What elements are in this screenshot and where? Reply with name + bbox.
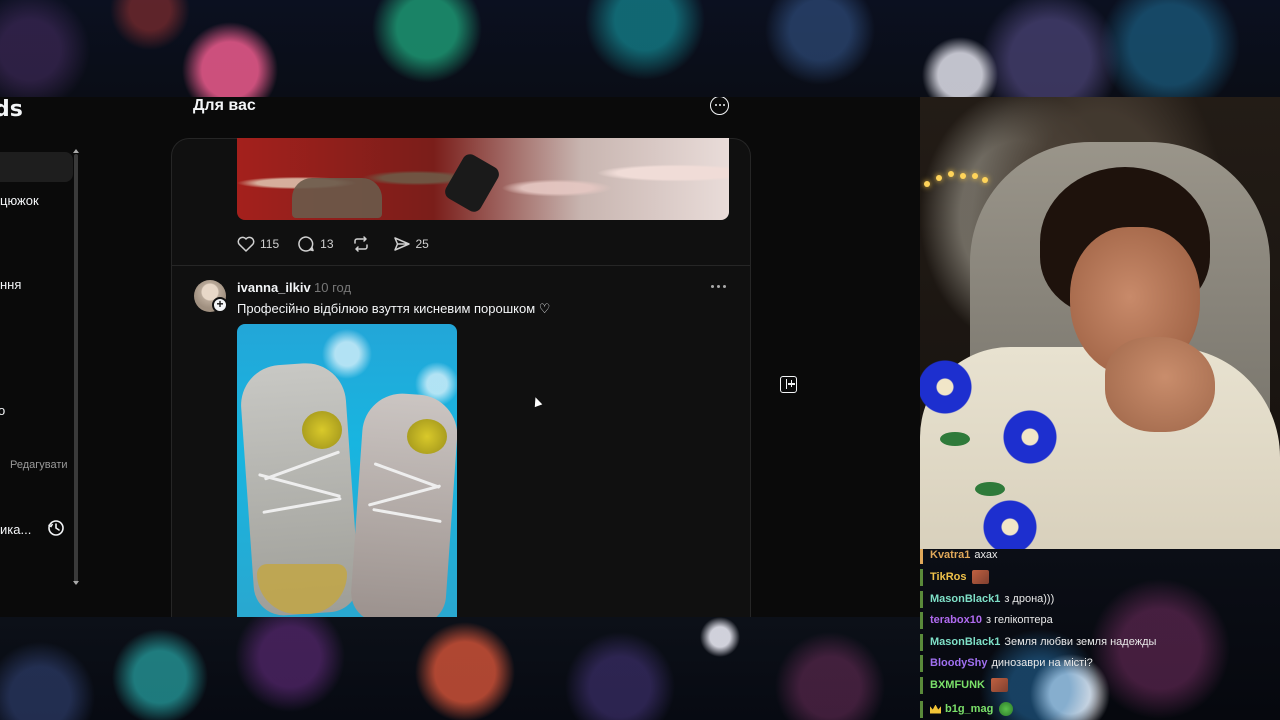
chat-username[interactable]: MasonBlack1	[930, 636, 1000, 648]
stream-screen: ds цюжок ння о Редагувати ика... Для вас	[0, 0, 1280, 720]
previous-post-media[interactable]	[237, 138, 729, 220]
threads-window: ds цюжок ння о Редагувати ика... Для вас	[0, 97, 920, 617]
heart-icon	[237, 236, 255, 252]
like-button[interactable]: 115	[237, 236, 279, 252]
sidebar-item-1[interactable]: цюжок	[0, 193, 39, 208]
chat-text: з дрона)))	[1004, 593, 1055, 605]
sidebar-scrollbar[interactable]	[74, 154, 78, 584]
share-count: 25	[415, 236, 429, 251]
emote-icon	[991, 678, 1008, 692]
chat-username[interactable]: terabox10	[930, 614, 982, 626]
chat-text: ахах	[974, 549, 998, 561]
sidebar-item-active[interactable]	[0, 152, 73, 182]
follow-plus-icon[interactable]: +	[212, 297, 228, 313]
post-text: Професійно відбілюю взуття кисневим поро…	[237, 301, 551, 316]
chat-text: Земля любви земля надежды	[1004, 636, 1157, 648]
post-username[interactable]: ivanna_ilkiv	[237, 280, 311, 295]
sidebar: цюжок ння о Редагувати ика...	[0, 97, 80, 617]
dino-emote-icon	[999, 702, 1014, 716]
sidebar-item-3[interactable]: о	[0, 403, 5, 418]
chat-message: BloodyShy динозаври на місті?	[920, 653, 1093, 673]
chat-username[interactable]: BXMFUNK	[930, 679, 985, 691]
chat-username[interactable]: MasonBlack1	[930, 593, 1000, 605]
chat-message: TikRos	[920, 567, 990, 587]
sidebar-item-2[interactable]: ння	[0, 277, 21, 292]
post-divider	[172, 265, 750, 266]
chat-text: з гелікоптера	[985, 614, 1053, 626]
crown-badge-icon	[930, 704, 941, 714]
chat-message: MasonBlack1 Земля любви земля надежды	[920, 632, 1156, 652]
previous-post-actions: 115 13 25	[237, 235, 447, 252]
chat-message: b1g_mag	[920, 699, 1014, 719]
chat-message: BXMFUNK	[920, 675, 1008, 695]
post-time: 10 год	[314, 280, 352, 295]
scroll-down-arrow-icon[interactable]	[73, 581, 79, 585]
share-button[interactable]: 25	[393, 236, 429, 252]
like-count: 115	[260, 236, 280, 251]
chat-username[interactable]: TikRos	[930, 571, 966, 583]
chat-username[interactable]: Kvatra1	[930, 549, 970, 561]
emote-icon	[972, 570, 990, 584]
scroll-up-arrow-icon[interactable]	[73, 149, 79, 153]
bokeh-background-bottom	[0, 617, 920, 720]
comment-icon	[298, 236, 314, 252]
sidebar-edit-link[interactable]: Редагувати	[10, 459, 68, 471]
comment-count: 13	[320, 236, 334, 251]
chat-text: динозаври на місті?	[991, 657, 1093, 669]
comment-button[interactable]: 13	[297, 235, 334, 252]
chat-message: MasonBlack1 з дрона)))	[920, 589, 1054, 609]
post-image[interactable]	[237, 324, 457, 617]
sidebar-item-4[interactable]: ика...	[0, 522, 31, 537]
repost-icon	[353, 235, 368, 252]
history-icon[interactable]	[47, 519, 65, 537]
webcam-feed	[920, 97, 1280, 549]
repost-button[interactable]	[352, 235, 375, 252]
add-column-icon[interactable]	[780, 376, 797, 393]
feed-title[interactable]: Для вас	[193, 97, 256, 115]
chat-username[interactable]: b1g_mag	[945, 703, 993, 715]
feed-options-icon[interactable]	[710, 97, 729, 115]
post-more-icon[interactable]	[711, 285, 729, 288]
bokeh-background-top	[0, 0, 1280, 97]
stream-chat: Kvatra1 ахах TikRos MasonBlack1 з дрона)…	[920, 549, 1280, 720]
share-icon	[393, 236, 410, 251]
chat-username[interactable]: BloodyShy	[930, 657, 987, 669]
chat-message: Kvatra1 ахах	[920, 549, 997, 565]
chat-message: terabox10 з гелікоптера	[920, 610, 1053, 630]
